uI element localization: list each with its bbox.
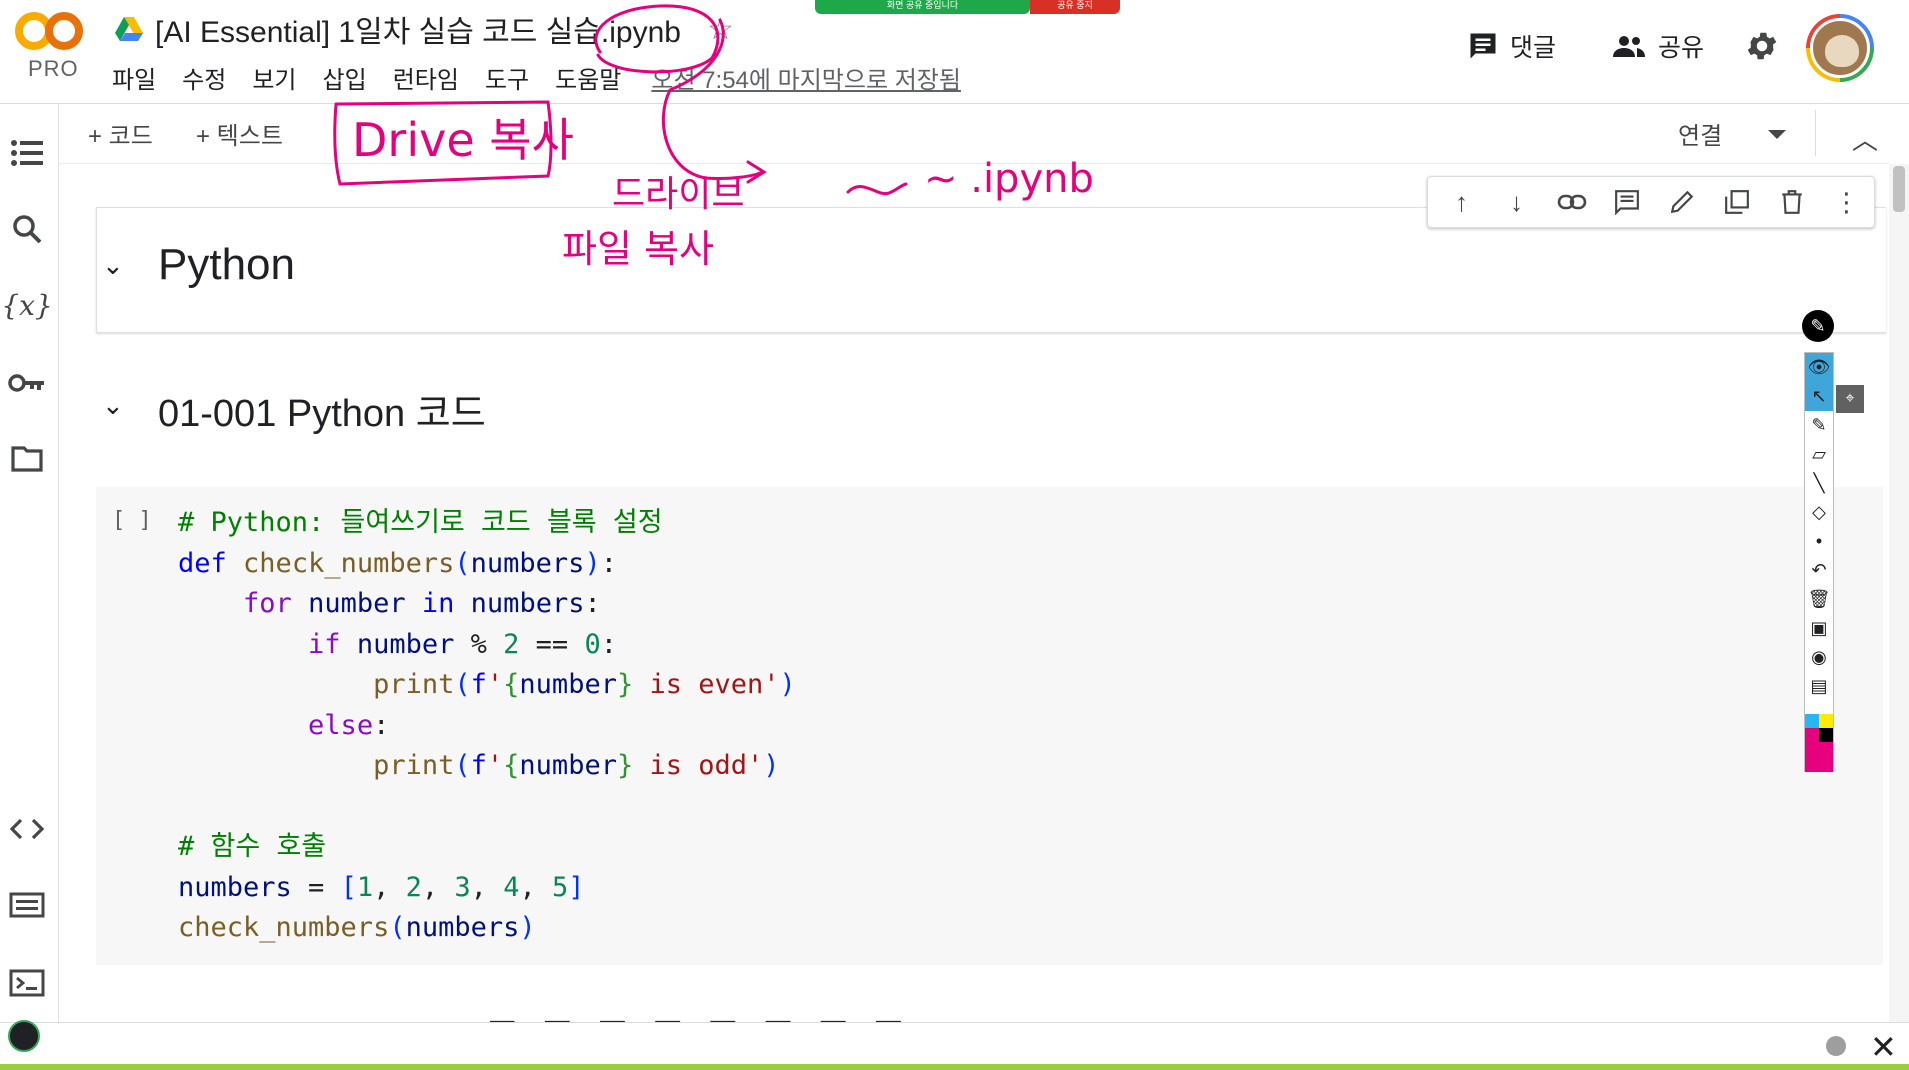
pen-icon[interactable]: ✎ <box>1805 411 1833 440</box>
command-palette-icon[interactable] <box>8 886 46 924</box>
notebook-title[interactable]: [AI Essential] 1일차 실습 코드 실습.ipynb <box>155 7 681 51</box>
menu-tools[interactable]: 도구 <box>485 60 529 95</box>
chevron-down-icon[interactable]: ⌄ <box>102 390 124 421</box>
variables-icon[interactable]: {𝑥} <box>1 286 52 324</box>
move-down-icon[interactable]: ↓ <box>1489 180 1544 224</box>
user-avatar[interactable] <box>1806 14 1874 82</box>
link-icon[interactable] <box>1544 180 1599 224</box>
highlighter-icon[interactable]: ▱ <box>1805 440 1833 469</box>
dot-size-icon[interactable]: • <box>1805 527 1833 556</box>
ink-drive-copy: Drive 복사 <box>352 113 574 167</box>
toolbar-divider <box>59 163 1889 164</box>
board-icon[interactable]: ▣ <box>1805 614 1833 643</box>
annotation-palette: 👁 ↖ ✎ ▱ ╲ ◇ • ↶ 🗑 ▣ ◉ ▤ <box>1804 352 1834 772</box>
title-row: [AI Essential] 1일차 실습 코드 실습.ipynb ☆ <box>115 8 734 50</box>
menu-edit[interactable]: 수정 <box>182 60 226 95</box>
connect-button[interactable]: 연결 <box>1678 116 1722 151</box>
heading-01-001: 01-001 Python 코드 <box>158 393 486 435</box>
code-snippets-icon[interactable] <box>8 810 46 848</box>
menu-insert[interactable]: 삽입 <box>323 60 367 95</box>
move-up-icon[interactable]: ↑ <box>1434 180 1489 224</box>
menu-runtime[interactable]: 런타임 <box>393 60 459 95</box>
google-drive-icon[interactable] <box>115 16 143 42</box>
add-text-button[interactable]: + 텍스트 <box>196 116 283 151</box>
heading-python: Python <box>158 240 295 289</box>
files-folder-icon[interactable] <box>8 440 46 478</box>
colab-logo[interactable]: PRO <box>14 10 86 81</box>
cell-toolbar: ↑ ↓ ⋮ <box>1427 176 1875 228</box>
comment-icon <box>1470 33 1496 59</box>
notes-icon[interactable]: ▤ <box>1805 672 1833 701</box>
cursor-arrow-icon[interactable]: ↖ <box>1805 382 1833 411</box>
scrollbar-thumb[interactable] <box>1893 166 1905 212</box>
camera-icon[interactable]: ◉ <box>1805 643 1833 672</box>
menu-help[interactable]: 도움말 <box>555 60 621 95</box>
mirror-cell-icon[interactable] <box>1709 180 1764 224</box>
trash-icon[interactable]: 🗑 <box>1805 585 1833 614</box>
share-label: 공유 <box>1658 34 1705 62</box>
screen-share-banner: 화면 공유 중입니다 <box>815 0 1030 14</box>
terminal-icon[interactable] <box>8 964 46 1002</box>
colab-logo-icon <box>15 12 83 50</box>
pro-badge: PRO <box>28 56 79 81</box>
connect-dropdown-arrow[interactable] <box>1768 130 1786 139</box>
toolbar-separator <box>1815 110 1816 156</box>
left-rail: {𝑥} <box>0 104 58 1024</box>
people-icon <box>1613 36 1645 57</box>
color-swatches[interactable] <box>1805 714 1833 772</box>
add-code-button[interactable]: + 코드 <box>88 116 153 151</box>
chevron-down-icon[interactable]: ⌄ <box>102 250 124 281</box>
comments-label: 댓글 <box>1510 34 1557 62</box>
status-dot <box>1826 1036 1846 1056</box>
secrets-key-icon[interactable] <box>8 364 46 402</box>
more-options-icon[interactable]: ⋮ <box>1819 180 1874 224</box>
bottom-divider <box>0 1022 1909 1023</box>
comments-button[interactable]: 댓글 <box>1468 20 1556 72</box>
menu-bar: 파일 수정 보기 삽입 런타임 도구 도움말 오전 7:54에 마지막으로 저장… <box>112 60 961 94</box>
code-comment: # 함수 호출 <box>178 831 327 862</box>
status-icon[interactable] <box>8 1020 40 1052</box>
menu-view[interactable]: 보기 <box>252 60 296 95</box>
vertical-scrollbar[interactable] <box>1889 164 1909 1022</box>
delete-trash-icon[interactable] <box>1764 180 1819 224</box>
table-of-contents-icon[interactable] <box>8 134 46 172</box>
code-editor[interactable]: # Python: 들여쓰기로 코드 블록 설정 def check_numbe… <box>178 503 796 949</box>
star-icon[interactable]: ☆ <box>707 12 734 47</box>
share-button[interactable]: 공유 <box>1612 20 1704 72</box>
pointer-mode-icon[interactable]: ⌖ <box>1836 385 1864 413</box>
undo-icon[interactable]: ↶ <box>1805 556 1833 585</box>
eye-icon[interactable]: 👁 <box>1805 353 1833 382</box>
code-comment: # Python: 들여쓰기로 코드 블록 설정 <box>178 507 663 538</box>
window-border <box>0 1064 1909 1070</box>
header-divider <box>0 103 1909 104</box>
eraser-icon[interactable]: ◇ <box>1805 498 1833 527</box>
search-icon[interactable] <box>8 210 46 248</box>
pen-tool-icon[interactable]: ✎ <box>1802 310 1834 342</box>
last-saved-link[interactable]: 오전 7:54에 마지막으로 저장됨 <box>651 60 961 95</box>
line-icon[interactable]: ╲ <box>1805 469 1833 498</box>
chevron-up-icon[interactable]: ︿ <box>1852 120 1878 157</box>
menu-file[interactable]: 파일 <box>112 60 156 95</box>
close-icon[interactable]: ✕ <box>1870 1028 1897 1066</box>
rail-divider <box>58 104 59 1024</box>
stop-share-button[interactable]: 공유 중지 <box>1030 0 1120 14</box>
run-cell-button[interactable]: [ ] <box>112 508 152 533</box>
settings-gear-icon[interactable] <box>1744 28 1780 64</box>
comment-icon[interactable] <box>1599 180 1654 224</box>
next-cell-partial: ━ ━ ━ ━ ━ ━ ━ ━ <box>490 1010 970 1022</box>
edit-pencil-icon[interactable] <box>1654 180 1709 224</box>
